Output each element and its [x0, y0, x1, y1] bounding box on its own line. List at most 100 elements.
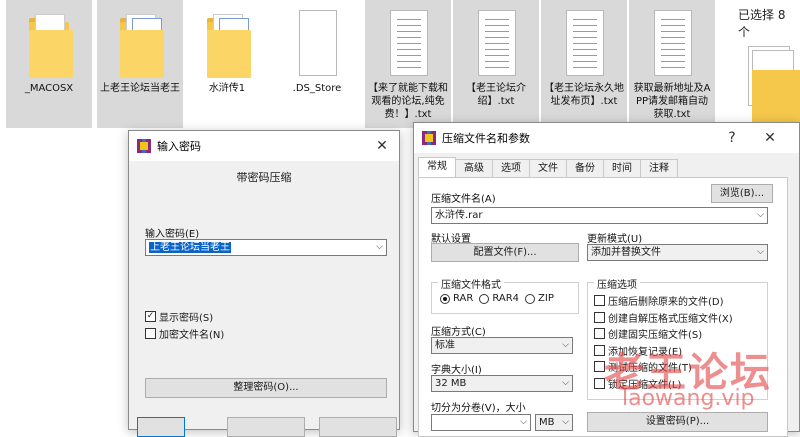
ok-button[interactable] — [137, 417, 185, 437]
file-item[interactable]: 获取最新地址及APP请发邮箱自动获取.txt — [629, 0, 715, 128]
file-item[interactable]: 水浒传1 — [184, 0, 270, 128]
watermark-url: laowang.vip — [622, 386, 755, 411]
help-button[interactable] — [319, 417, 397, 437]
tab-4[interactable]: 备份 — [566, 159, 604, 177]
chevron-down-icon[interactable]: ⌵ — [562, 338, 569, 353]
cancel-button[interactable] — [227, 417, 305, 437]
format-label: ZIP — [538, 293, 554, 304]
tab-2[interactable]: 选项 — [492, 159, 530, 177]
password-input[interactable]: 上老王论坛当老王 ⌵ — [145, 239, 387, 256]
checkbox-box[interactable] — [594, 295, 605, 306]
checkbox-box[interactable] — [594, 328, 605, 339]
checkbox-box[interactable]: ✓ — [145, 311, 156, 322]
update-mode-value: 添加并替换文件 — [591, 247, 661, 258]
file-name: 水浒传1 — [208, 83, 246, 94]
update-mode-label: 更新模式(U) — [587, 234, 643, 245]
file-item[interactable]: _MACOSX — [6, 0, 92, 128]
folder-icon — [23, 8, 75, 78]
file-item[interactable]: 【老王论坛介绍】.txt — [453, 0, 539, 128]
password-label: 输入密码(E) — [145, 229, 200, 240]
method-label: 压缩方式(C) — [431, 327, 486, 338]
tab-bar: 常规 高级 选项 文件 备份 时间 注释 — [418, 157, 678, 177]
text-file-icon — [558, 8, 610, 78]
option-label: 创建自解压格式压缩文件(X) — [608, 313, 733, 325]
split-unit-select[interactable]: MB ⌵ — [535, 414, 573, 431]
file-name: _MACOSX — [24, 83, 74, 94]
chevron-down-icon[interactable]: ⌵ — [562, 376, 569, 391]
method-select[interactable]: 标准 ⌵ — [431, 337, 573, 354]
format-label: RAR4 — [492, 293, 520, 304]
encrypt-filenames-checkbox[interactable]: 加密文件名(N) — [145, 326, 224, 341]
show-password-checkbox[interactable]: ✓ 显示密码(S) — [145, 309, 213, 324]
archive-name-value: 水浒传.rar — [435, 210, 483, 221]
split-size-input[interactable]: ⌵ — [431, 414, 531, 431]
password-value: 上老王论坛当老王 — [149, 242, 231, 253]
archive-format-title: 压缩文件格式 — [438, 276, 504, 291]
selection-status: 已选择 8 个 — [738, 8, 786, 39]
file-name: 上老王论坛当老王 — [100, 83, 180, 94]
tab-6[interactable]: 注释 — [640, 159, 678, 177]
archive-dialog-titlebar[interactable]: 压缩文件名和参数 ? ✕ — [414, 123, 799, 153]
encrypt-filenames-label: 加密文件名(N) — [159, 330, 225, 341]
file-name: 【老王论坛介绍】.txt — [466, 83, 526, 107]
update-mode-select[interactable]: 添加并替换文件 ⌵ — [587, 244, 768, 261]
file-item[interactable]: .DS_Store — [274, 0, 360, 128]
radio-dot[interactable] — [479, 293, 490, 304]
radio-dot[interactable] — [525, 293, 536, 304]
folder-icon — [114, 8, 166, 78]
password-dialog-heading: 带密码压缩 — [236, 171, 292, 184]
option-checkbox-1[interactable]: 创建自解压格式压缩文件(X) — [594, 310, 733, 325]
chevron-down-icon[interactable]: ⌵ — [520, 415, 527, 430]
tab-1[interactable]: 高级 — [455, 159, 493, 177]
text-file-icon — [646, 8, 698, 78]
file-name: .DS_Store — [292, 83, 342, 94]
browse-button[interactable]: 浏览(B)... — [711, 184, 773, 203]
organize-passwords-button[interactable]: 整理密码(O)... — [145, 378, 387, 398]
close-icon[interactable]: ✕ — [371, 135, 393, 157]
show-password-label: 显示密码(S) — [159, 313, 214, 324]
method-value: 标准 — [435, 340, 455, 351]
password-dialog-titlebar[interactable]: 输入密码 ✕ — [129, 131, 399, 161]
archive-options-title: 压缩选项 — [594, 276, 640, 291]
chevron-down-icon[interactable]: ⌵ — [757, 245, 764, 260]
password-dialog-title: 输入密码 — [157, 140, 201, 153]
dictionary-label: 字典大小(I) — [431, 365, 482, 376]
file-item[interactable]: 【老王论坛永久地址发布页】.txt — [541, 0, 627, 128]
file-icon — [291, 8, 343, 78]
format-radio-2[interactable]: ZIP — [525, 293, 554, 304]
winrar-icon — [422, 131, 436, 145]
checkbox-box[interactable] — [145, 328, 156, 339]
format-radio-0[interactable]: RAR — [440, 293, 473, 304]
option-checkbox-2[interactable]: 创建固实压缩文件(S) — [594, 326, 702, 341]
tab-3[interactable]: 文件 — [529, 159, 567, 177]
close-icon[interactable]: ✕ — [759, 127, 781, 149]
multi-selection-preview — [748, 46, 800, 130]
format-radio-group: RAR RAR4 ZIP — [440, 293, 560, 307]
archive-dialog-title: 压缩文件名和参数 — [442, 132, 530, 145]
tab-5[interactable]: 时间 — [603, 159, 641, 177]
tab-0[interactable]: 常规 — [418, 157, 456, 177]
profiles-button[interactable]: 配置文件(F)... — [431, 243, 579, 262]
chevron-down-icon[interactable]: ⌵ — [562, 415, 569, 430]
chevron-down-icon[interactable]: ⌵ — [757, 208, 764, 223]
option-checkbox-0[interactable]: 压缩后删除原来的文件(D) — [594, 293, 724, 308]
split-volumes-label: 切分为分卷(V)，大小 — [431, 403, 526, 414]
chevron-down-icon[interactable]: ⌵ — [376, 240, 383, 255]
help-icon[interactable]: ? — [721, 127, 743, 149]
text-file-icon — [470, 8, 522, 78]
set-password-button[interactable]: 设置密码(P)... — [587, 412, 768, 432]
winrar-icon — [137, 139, 151, 153]
format-radio-1[interactable]: RAR4 — [479, 293, 519, 304]
checkbox-box[interactable] — [594, 311, 605, 323]
split-unit-value: MB — [539, 417, 555, 428]
file-name: 获取最新地址及APP请发邮箱自动获取.txt — [633, 83, 711, 120]
radio-dot[interactable] — [440, 293, 450, 304]
dictionary-value: 32 MB — [435, 378, 467, 389]
file-item[interactable]: 上老王论坛当老王 — [97, 0, 183, 128]
text-file-icon — [382, 8, 434, 78]
archive-format-group: 压缩文件格式 RAR RAR4 ZIP — [431, 276, 579, 314]
dictionary-select[interactable]: 32 MB ⌵ — [431, 375, 573, 392]
file-item[interactable]: 【来了就能下载和观看的论坛,纯免费！】.txt — [365, 0, 451, 128]
archive-name-label: 压缩文件名(A) — [431, 194, 496, 205]
archive-name-input[interactable]: 水浒传.rar ⌵ — [431, 207, 768, 224]
